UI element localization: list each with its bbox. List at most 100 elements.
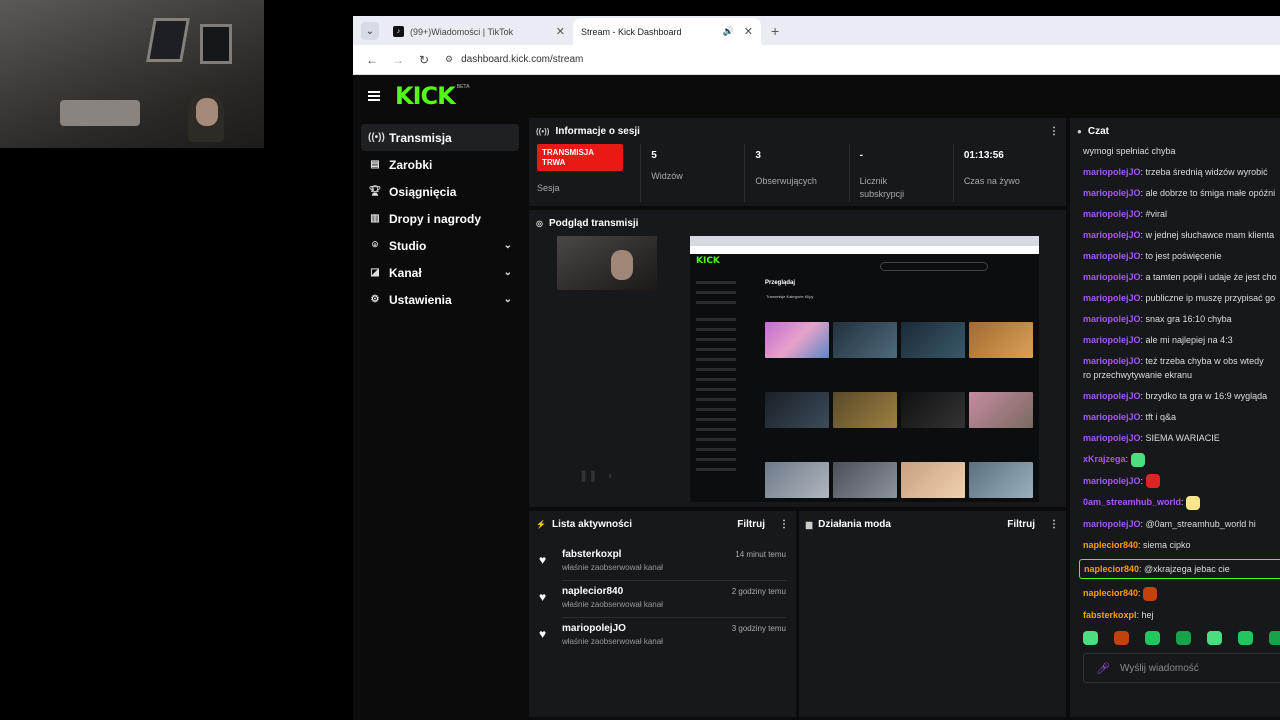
chat-message: mariopolejJO: brzydko ta gra w 16:9 wygl… <box>1083 391 1268 401</box>
tab-tiktok[interactable]: ♪ (99+)Wiadomości | TikTok ✕ <box>385 18 573 45</box>
emote-icon <box>1186 495 1201 510</box>
emote-icon[interactable] <box>1238 631 1253 645</box>
panel-header: ▆ Działania moda Filtruj ⋮ <box>799 511 1066 537</box>
sidebar-item-kanal[interactable]: ◪ Kanał ⌄ <box>361 259 519 286</box>
chat-message: mariopolejJO: <box>1070 474 1280 489</box>
emote-icon[interactable] <box>1083 631 1098 645</box>
sidebar-item-label: Ustawienia <box>389 292 452 307</box>
webcam-window <box>146 18 190 62</box>
more-options-icon[interactable]: ⋮ <box>1049 519 1059 530</box>
sidebar-item-zarobki[interactable]: ▤ Zarobki <box>361 151 519 178</box>
emote-icon[interactable] <box>1145 631 1160 645</box>
activity-user[interactable]: mariopolejJO <box>562 623 732 634</box>
sidebar: ((•)) Transmisja ▤ Zarobki 🏆︎ Osiągnięci… <box>361 124 519 313</box>
emote-icon[interactable] <box>1176 631 1191 645</box>
chat-username[interactable]: mariopolejJO <box>1083 412 1141 422</box>
forward-icon[interactable]: → <box>387 53 409 67</box>
chat-username[interactable]: mariopolejJO <box>1083 293 1141 303</box>
chat-username[interactable]: mariopolejJO <box>1083 188 1141 198</box>
url-text[interactable]: dashboard.kick.com/stream <box>461 54 583 65</box>
top-bar: KICK BETA <box>353 75 1280 117</box>
chat-message: mariopolejJO: to jest poświęcenie <box>1083 251 1222 261</box>
session-info-panel: ((•)) Informacje o sesji ⋮ TRANSMISJA TR… <box>529 118 1066 206</box>
webcam-window <box>200 24 232 64</box>
sidebar-item-transmisja[interactable]: ((•)) Transmisja <box>361 124 519 151</box>
webcam-bed <box>60 100 140 126</box>
chat-username[interactable]: mariopolejJO <box>1083 391 1141 401</box>
activity-user[interactable]: naplecior840 <box>562 586 732 597</box>
menu-icon[interactable] <box>368 91 380 101</box>
sidebar-item-dropy[interactable]: ▥ Dropy i nagrody <box>361 205 519 232</box>
activity-user[interactable]: fabsterkoxpl <box>562 549 735 560</box>
chat-username[interactable]: mariopolejJO <box>1083 251 1141 261</box>
tab-search-dropdown[interactable]: ⌄ <box>361 22 379 40</box>
chat-message: mariopolejJO: @0am_streamhub_world hi <box>1083 518 1256 529</box>
preview-screen[interactable]: KICK Przeglądaj Transmisje Kategorie Kli… <box>690 236 1039 502</box>
chat-message: xKrajzega: <box>1070 452 1280 467</box>
chat-username[interactable]: fabsterkoxpl <box>1083 610 1137 620</box>
tab-kick-dashboard[interactable]: K Stream - Kick Dashboard 🔊 ✕ <box>573 18 761 88</box>
panel-title: Czat <box>1087 125 1109 137</box>
studio-icon: ⌾ <box>372 240 378 251</box>
sidebar-item-studio[interactable]: ⌾ Studio ⌄ <box>361 232 519 259</box>
webcam-face <box>196 98 218 126</box>
chat-message: mariopolejJO: snax gra 16:10 chyba <box>1083 314 1232 324</box>
chat-username[interactable]: mariopolejJO <box>1083 356 1141 366</box>
live-badge: TRANSMISJA TRWA <box>537 144 623 171</box>
speaker-icon[interactable]: 🔊 <box>723 26 734 37</box>
mod-actions-panel: ▆ Działania moda Filtruj ⋮ <box>799 511 1066 717</box>
chat-username[interactable]: 0am_streamhub_world <box>1083 497 1181 507</box>
chat-username[interactable]: mariopolejJO <box>1083 476 1141 486</box>
chat-text: trzeba średnią widzów wyrobić <box>1145 167 1268 177</box>
chat-username[interactable]: mariopolejJO <box>1083 272 1141 282</box>
chat-text: ale mi najlepiej na 4:3 <box>1145 335 1233 345</box>
chevron-down-icon: ⌄ <box>503 294 512 305</box>
chat-username[interactable]: mariopolejJO <box>1083 167 1141 177</box>
kick-logo[interactable]: KICK <box>395 82 456 110</box>
sidebar-item-label: Osiągnięcia <box>389 184 457 199</box>
new-tab-icon[interactable]: + <box>771 23 779 39</box>
reload-icon[interactable]: ↻ <box>413 53 435 67</box>
chat-username[interactable]: mariopolejJO <box>1083 209 1141 219</box>
emote-icon[interactable] <box>1269 631 1280 645</box>
chat-username[interactable]: mariopolejJO <box>1083 433 1141 443</box>
sidebar-item-ustawienia[interactable]: ⚙ Ustawienia ⌄ <box>361 286 519 313</box>
chat-username[interactable]: mariopolejJO <box>1083 335 1141 345</box>
chat-username[interactable]: mariopolejJO <box>1083 519 1141 529</box>
emote-icon[interactable] <box>1114 631 1129 645</box>
chat-message: naplecior840: <box>1070 586 1280 601</box>
chat-username[interactable]: naplecior840 <box>1083 588 1138 598</box>
close-icon[interactable]: ✕ <box>744 25 753 38</box>
chat-username[interactable]: mariopolejJO <box>1083 314 1141 324</box>
stat-label: Obserwujących <box>755 176 817 186</box>
back-icon[interactable]: ← <box>361 53 383 67</box>
stat-followers: 3 Obserwujących <box>745 144 850 202</box>
chat-input[interactable]: 🎤︎ Wyślij wiadomość <box>1083 653 1280 683</box>
stat-label: Widzów <box>651 171 683 181</box>
chat-username[interactable]: mariopolejJO <box>1083 230 1141 240</box>
chat-username[interactable]: naplecior840 <box>1083 540 1138 550</box>
chat-text: wymogi spełniać chyba <box>1083 146 1176 156</box>
filter-button[interactable]: Filtruj <box>1007 519 1035 530</box>
more-options-icon[interactable]: ⋮ <box>1049 126 1059 137</box>
more-options-icon[interactable]: ⋮ <box>779 519 789 530</box>
player-controls[interactable]: ❚❚ ◖ <box>579 469 613 482</box>
emote-icon <box>1143 586 1158 601</box>
filter-button[interactable]: Filtruj <box>737 519 765 530</box>
site-info-icon[interactable]: ⚙ <box>445 54 453 65</box>
chat-username[interactable]: naplecior840 <box>1084 564 1139 574</box>
panel-title: Działania moda <box>818 518 891 530</box>
panel-header: ● Czat <box>1070 118 1280 144</box>
chat-text: SIEMA WARIACIE <box>1145 433 1220 443</box>
sidebar-item-osiagniecia[interactable]: 🏆︎ Osiągnięcia <box>361 178 519 205</box>
stat-value: - <box>859 150 863 161</box>
emote-icon[interactable] <box>1207 631 1222 645</box>
panel-title: Lista aktywności <box>551 518 632 530</box>
sidebar-item-label: Dropy i nagrody <box>389 211 482 226</box>
close-icon[interactable]: ✕ <box>556 25 565 38</box>
chat-text: #viral <box>1145 209 1168 219</box>
chat-username[interactable]: xKrajzega <box>1083 454 1126 464</box>
tab-bar: ⌄ ♪ (99+)Wiadomości | TikTok ✕ K Stream … <box>353 16 1280 88</box>
panel-header: ((•)) Informacje o sesji ⋮ <box>529 118 1066 144</box>
mic-icon[interactable]: 🎤︎ <box>1096 662 1110 675</box>
